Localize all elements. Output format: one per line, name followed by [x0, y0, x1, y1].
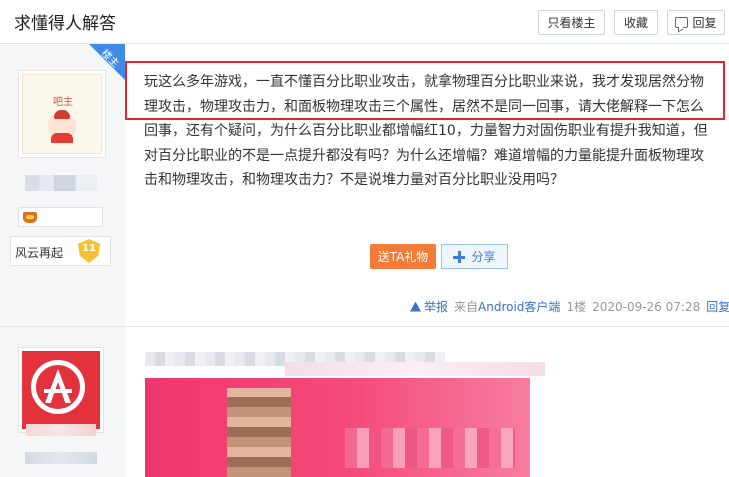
pixelated-text-image [345, 428, 515, 468]
report-link[interactable]: 举报 [410, 298, 448, 315]
report-label: 举报 [424, 300, 449, 314]
op-corner-tag: 楼主 [89, 44, 125, 80]
admin-tag: 吧主 [53, 97, 73, 108]
author-name-redacted-2[interactable] [26, 424, 96, 436]
send-gift-button[interactable]: 送TA礼物 [370, 244, 436, 269]
author-avatar-2[interactable] [18, 347, 104, 433]
plus-icon [453, 250, 466, 263]
post-reply-link[interactable]: 回复 [706, 298, 729, 315]
level-badge-icon: 11 [78, 239, 100, 263]
source-prefix: 来自 [454, 300, 479, 314]
author-avatar[interactable]: 吧主 [18, 70, 106, 158]
author-badges [18, 207, 103, 227]
reply-button[interactable]: 回复 [667, 10, 725, 35]
warning-icon [410, 301, 421, 312]
share-label: 分享 [471, 250, 496, 264]
pixelated-person-image [227, 388, 291, 477]
author-level[interactable]: 风云再起 11 [10, 236, 111, 266]
reply-button-label: 回复 [692, 16, 717, 30]
crown-badge-icon[interactable] [23, 212, 37, 223]
favorite-button[interactable]: 收藏 [614, 10, 658, 35]
op-tag-label: 楼主 [98, 47, 121, 70]
user-figure-icon [48, 110, 76, 143]
thread-header: 求懂得人解答 只看楼主 收藏 回复 [0, 0, 729, 44]
author-level-redacted-2 [25, 452, 97, 464]
avatar-image: 吧主 [22, 74, 102, 154]
post-time: 2020-09-26 07:28 [592, 299, 701, 314]
level-number: 11 [82, 243, 96, 254]
share-button[interactable]: 分享 [441, 244, 508, 269]
ad-title-redacted-2 [285, 362, 545, 376]
highlight-box [125, 61, 725, 120]
floor-number: 1楼 [566, 300, 587, 314]
source-link[interactable]: Android客户端 [478, 298, 560, 315]
ad-banner-image[interactable] [145, 378, 530, 477]
level-name: 风云再起 [15, 246, 64, 260]
post-divider [0, 326, 729, 327]
comment-icon [675, 17, 689, 28]
post-meta: 举报 来自 Android客户端 1楼 2020-09-26 07:28 回复 [410, 298, 729, 315]
only-op-button[interactable]: 只看楼主 [538, 10, 605, 35]
thread-title: 求懂得人解答 [14, 14, 116, 34]
author-name-redacted[interactable] [25, 175, 97, 191]
logo-a-icon [31, 360, 85, 414]
